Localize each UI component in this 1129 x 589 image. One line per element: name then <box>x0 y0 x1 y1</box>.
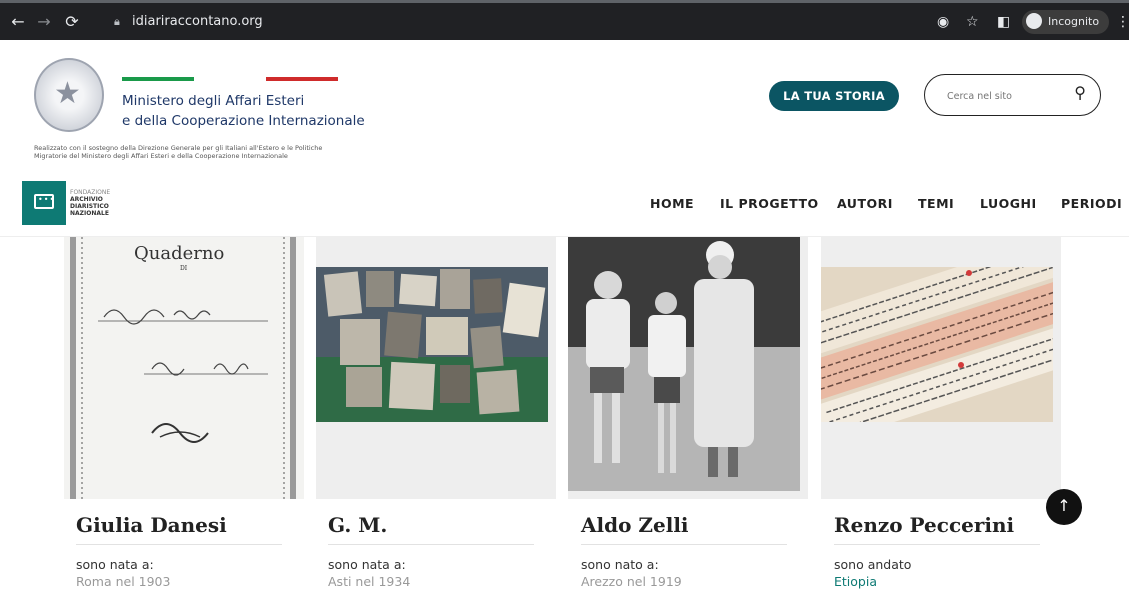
notebook-label: Quaderno <box>134 243 224 264</box>
search-icon[interactable]: ⚲ <box>1074 83 1086 102</box>
arrow-up-icon: ↑ <box>1057 496 1071 515</box>
incognito-icon <box>1026 13 1042 29</box>
your-story-button[interactable]: LA TUA STORIA <box>769 81 899 111</box>
nav-home[interactable]: HOME <box>650 196 694 211</box>
divider <box>581 544 787 545</box>
italian-republic-emblem-icon: ★ <box>34 58 104 132</box>
author-origin-label: sono andato <box>834 557 912 572</box>
divider <box>328 544 534 545</box>
bookmark-star-icon[interactable]: ☆ <box>966 12 979 32</box>
author-name[interactable]: G. M. <box>328 513 387 537</box>
author-name[interactable]: Aldo Zelli <box>581 513 689 537</box>
menu-icon[interactable]: ⋮ <box>1116 12 1129 32</box>
forward-icon[interactable]: → <box>34 12 54 32</box>
site-search: ⚲ <box>924 74 1101 116</box>
divider <box>76 544 282 545</box>
nav-periodi[interactable]: PERIODI <box>1061 196 1122 211</box>
author-name[interactable]: Giulia Danesi <box>76 513 227 537</box>
nav-temi[interactable]: TEMI <box>918 196 954 211</box>
author-origin-value: Roma nel 1903 <box>76 574 171 589</box>
lock-icon: 🔒︎ <box>114 15 120 28</box>
divider <box>834 544 1040 545</box>
nav-luoghi[interactable]: LUOGHI <box>980 196 1037 211</box>
photo-collage-image[interactable] <box>316 267 548 422</box>
svg-text:DI: DI <box>180 265 188 272</box>
nav-il-progetto[interactable]: IL PROGETTO <box>720 196 819 211</box>
author-destination-link[interactable]: Etiopia <box>834 574 877 589</box>
search-input[interactable] <box>945 85 1059 107</box>
browser-toolbar: ← → ⟳ 🔒︎ idiariraccontano.org ◉ ☆ ◧ Inco… <box>0 0 1129 40</box>
italian-flag-stripe <box>122 77 338 81</box>
typed-letters-image[interactable] <box>821 267 1053 422</box>
nav-autori[interactable]: AUTORI <box>837 196 893 211</box>
ministry-name: Ministero degli Affari Esteri e della Co… <box>122 93 365 129</box>
author-origin-label: sono nata a: <box>328 557 406 572</box>
back-to-top-button[interactable]: ↑ <box>1046 489 1082 525</box>
reload-icon[interactable]: ⟳ <box>62 12 82 32</box>
address-bar[interactable]: 🔒︎ idiariraccontano.org <box>106 9 1002 35</box>
sponsor-tagline: Realizzato con il sostegno della Direzio… <box>34 144 323 160</box>
tracking-protection-icon[interactable]: ◉ <box>937 12 949 32</box>
foundation-name: FONDAZIONE ARCHIVIO DIARISTICO NAZIONALE <box>70 189 111 217</box>
family-photo-image[interactable] <box>568 237 800 491</box>
side-panel-icon[interactable]: ◧ <box>997 12 1010 32</box>
author-origin-label: sono nata a: <box>76 557 154 572</box>
incognito-badge[interactable]: Incognito <box>1022 10 1110 34</box>
url-text: idiariraccontano.org <box>132 14 263 29</box>
author-origin-label: sono nato a: <box>581 557 659 572</box>
notebook-cover-image[interactable]: Quaderno DI <box>64 237 304 499</box>
back-icon[interactable]: ← <box>8 12 28 32</box>
author-origin-value: Arezzo nel 1919 <box>581 574 682 589</box>
foundation-logo[interactable]: ••• <box>22 181 66 225</box>
author-origin-value: Asti nel 1934 <box>328 574 411 589</box>
author-name[interactable]: Renzo Peccerini <box>834 513 1014 537</box>
site-header: ★ Ministero degli Affari Esteri e della … <box>0 40 1129 240</box>
